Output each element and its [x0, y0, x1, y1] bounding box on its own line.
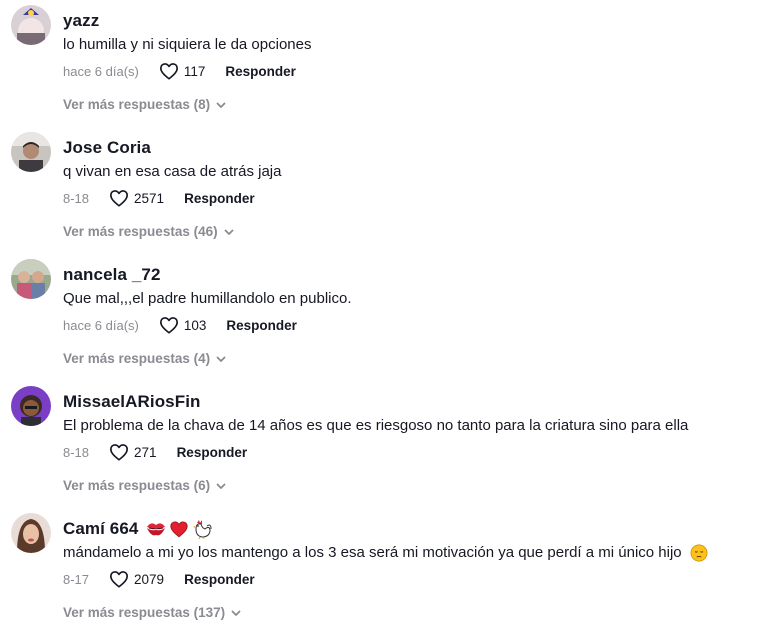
pensive-face-icon [690, 544, 708, 562]
username-text[interactable]: yazz [63, 11, 99, 31]
view-more-replies-label: Ver más respuestas (4) [63, 351, 211, 366]
reply-button[interactable]: Responder [184, 572, 255, 587]
heart-icon [159, 317, 178, 334]
comment-text: lo humilla y ni siquiera le da opciones [63, 36, 312, 53]
reply-button[interactable]: Responder [225, 64, 296, 79]
reply-button[interactable]: Responder [226, 318, 297, 333]
comment-username[interactable]: Jose Coria [63, 138, 151, 158]
username-text[interactable]: MissaelARiosFin [63, 392, 201, 412]
username-text[interactable]: Camí 664 [63, 519, 138, 539]
comment-item: yazz lo humilla y ni siquiera le da opci… [0, 0, 765, 127]
like-button[interactable]: 2571 [109, 189, 164, 207]
comment-date: 8-17 [63, 571, 90, 587]
view-more-replies-button[interactable]: Ver más respuestas (8) [63, 97, 227, 112]
avatar[interactable] [11, 386, 51, 426]
view-more-replies-button[interactable]: Ver más respuestas (137) [63, 605, 242, 620]
comment-item: Jose Coria q vivan en esa casa de atrás … [0, 127, 765, 254]
heart-icon [110, 571, 129, 588]
like-button[interactable]: 2079 [109, 570, 164, 588]
heart-icon [110, 190, 129, 207]
like-count: 117 [183, 63, 206, 79]
view-more-replies-label: Ver más respuestas (137) [63, 605, 226, 620]
chevron-down-icon [224, 229, 233, 235]
comment-username[interactable]: MissaelARiosFin [63, 392, 201, 412]
heart-icon [110, 444, 129, 461]
view-more-replies-label: Ver más respuestas (46) [63, 224, 218, 239]
view-more-replies-label: Ver más respuestas (6) [63, 478, 211, 493]
comment-username[interactable]: yazz [63, 11, 99, 31]
comment-text: q vivan en esa casa de atrás jaja [63, 163, 282, 180]
avatar[interactable] [11, 513, 51, 553]
chevron-down-icon [216, 102, 226, 108]
view-more-replies-label: Ver más respuestas (8) [63, 97, 211, 112]
comment-item: nancela _72 Que mal,,,el padre humilland… [0, 254, 765, 381]
like-button[interactable]: 117 [159, 62, 206, 80]
avatar-icon [11, 132, 51, 172]
chevron-down-icon [231, 610, 241, 616]
view-more-replies-button[interactable]: Ver más respuestas (46) [63, 224, 235, 239]
avatar-icon [11, 259, 51, 299]
comment-date: 8-18 [63, 444, 90, 460]
avatar-icon [11, 513, 51, 553]
chevron-down-icon [216, 356, 226, 362]
comment-date: hace 6 día(s) [63, 63, 139, 79]
comment-username[interactable]: Camí 664 [63, 519, 212, 539]
like-button[interactable]: 103 [159, 316, 207, 334]
comment-text: mándamelo a mi yo los mantengo a los 3 e… [63, 544, 708, 562]
chevron-down-icon [216, 483, 226, 489]
avatar[interactable] [11, 5, 51, 45]
comment-meta: hace 6 día(s) 117 Responder [63, 61, 296, 81]
view-more-replies-button[interactable]: Ver más respuestas (4) [63, 351, 227, 366]
comment-text: Que mal,,,el padre humillandolo en publi… [63, 290, 352, 307]
comment-text-content: mándamelo a mi yo los mantengo a los 3 e… [63, 544, 682, 561]
comment-meta: hace 6 día(s) 103 Responder [63, 315, 297, 335]
avatar[interactable] [11, 132, 51, 172]
avatar[interactable] [11, 259, 51, 299]
avatar-icon [11, 5, 51, 45]
comment-date: hace 6 día(s) [63, 317, 139, 333]
rooster-icon [193, 520, 212, 539]
username-emojis [146, 519, 212, 539]
username-text[interactable]: Jose Coria [63, 138, 151, 158]
comment-username[interactable]: nancela _72 [63, 265, 161, 285]
like-button[interactable]: 271 [109, 443, 157, 461]
like-count: 2571 [134, 190, 165, 206]
red-heart-icon [170, 521, 189, 538]
reply-button[interactable]: Responder [184, 191, 255, 206]
like-count: 271 [134, 444, 157, 460]
comment-item: MissaelARiosFin El problema de la chava … [0, 381, 765, 508]
comment-meta: 8-17 2079 Responder [63, 569, 255, 589]
reply-button[interactable]: Responder [177, 445, 248, 460]
username-text[interactable]: nancela _72 [63, 265, 161, 285]
heart-icon [159, 63, 178, 80]
view-more-replies-button[interactable]: Ver más respuestas (6) [63, 478, 227, 493]
comment-meta: 8-18 2571 Responder [63, 188, 255, 208]
like-count: 2079 [134, 571, 165, 587]
comment-date: 8-18 [63, 190, 90, 206]
comment-item: Camí 664 mándamelo a mi yo los mantengo … [0, 508, 765, 635]
like-count: 103 [183, 317, 207, 333]
comment-text: El problema de la chava de 14 años es qu… [63, 417, 689, 434]
comment-meta: 8-18 271 Responder [63, 442, 247, 462]
kiss-mark-icon [147, 523, 166, 536]
avatar-icon [11, 386, 51, 426]
